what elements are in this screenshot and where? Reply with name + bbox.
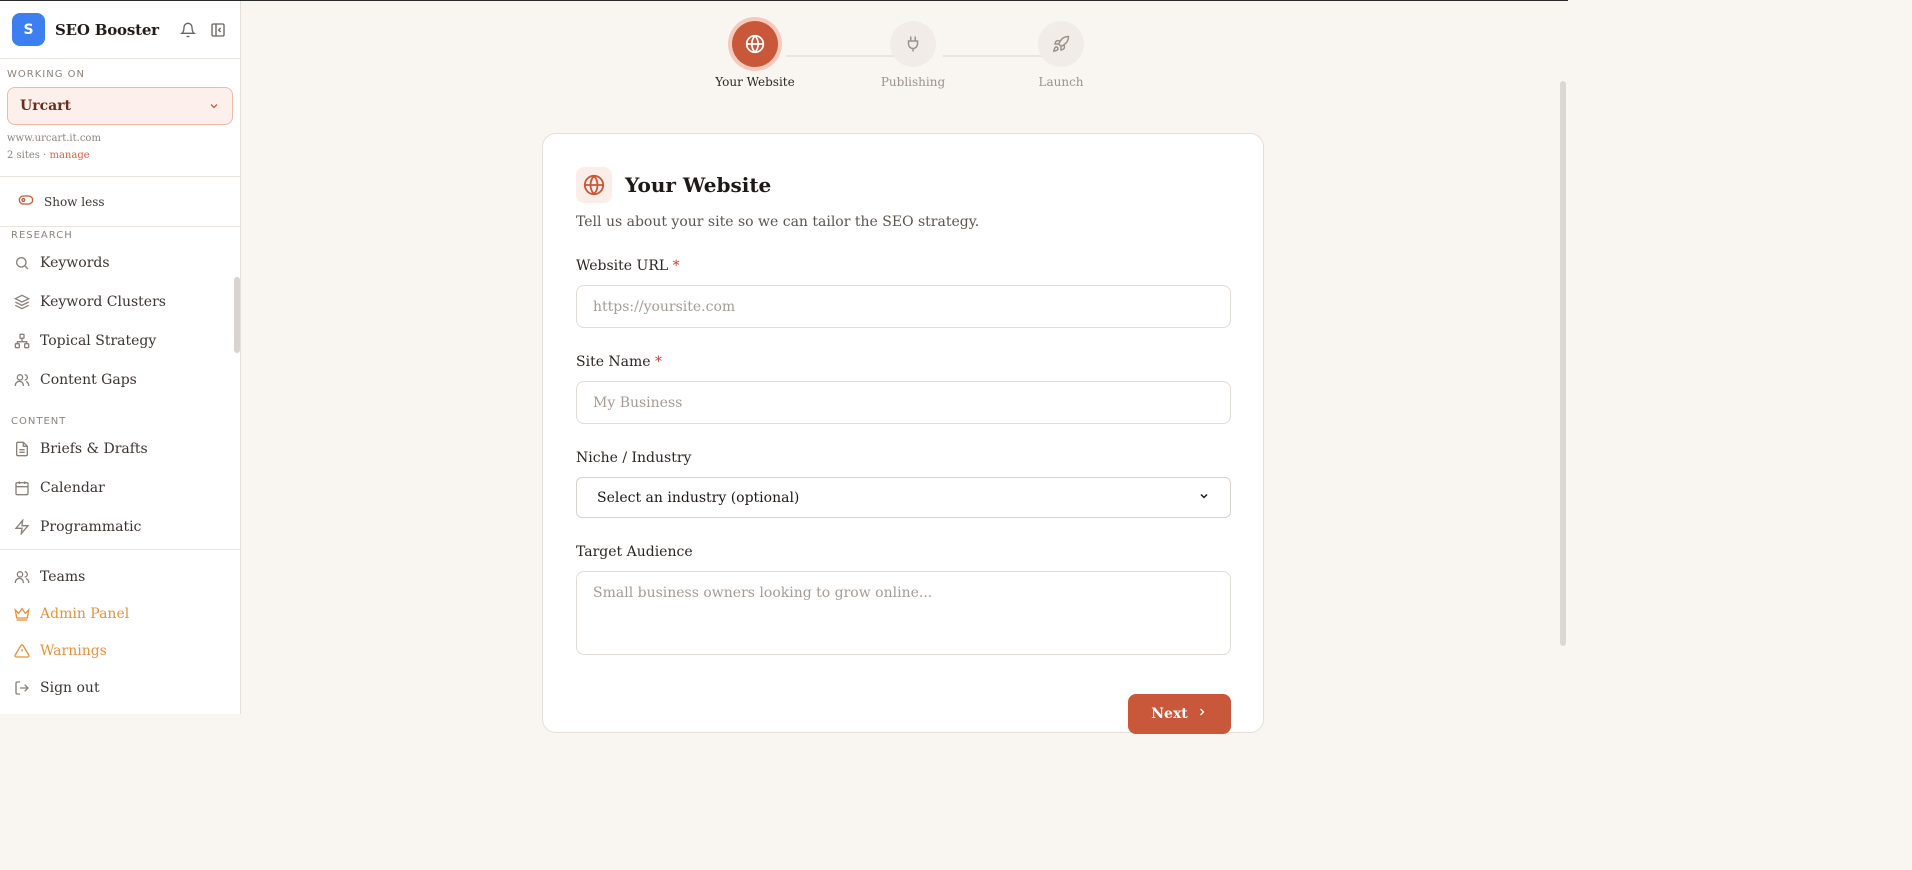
nav-item-label: Keyword Clusters xyxy=(40,293,166,310)
working-on-section: WORKING ON Urcart www.urcart.it.com 2 si… xyxy=(0,59,240,177)
layers-icon xyxy=(14,293,32,311)
industry-select[interactable]: Select an industry (optional) xyxy=(576,477,1231,518)
nav-item-label: Topical Strategy xyxy=(40,332,157,349)
nav-group-research: RESEARCH xyxy=(11,229,73,241)
form-title: Your Website xyxy=(625,173,772,197)
nav-item-sign-out[interactable]: Sign out xyxy=(0,669,240,706)
globe-icon xyxy=(576,167,612,203)
users-icon xyxy=(14,568,32,586)
nav-item-label: Programmatic xyxy=(40,518,142,535)
target-audience-label: Target Audience xyxy=(576,544,693,560)
step-label: Launch xyxy=(1038,75,1084,89)
site-count-text: 2 sites · xyxy=(7,150,50,161)
collapse-sidebar-icon[interactable] xyxy=(208,20,228,40)
search-icon xyxy=(14,254,32,272)
lightning-icon xyxy=(14,518,32,536)
nav-item-programmatic[interactable]: Programmatic xyxy=(0,507,234,546)
nav-item-keywords[interactable]: Keywords xyxy=(0,243,234,282)
form-subtitle: Tell us about your site so we can tailor… xyxy=(576,214,980,230)
sidebar-footer-nav: Teams Admin Panel Warnings Sign out xyxy=(0,549,240,706)
site-name-input[interactable]: My Business xyxy=(576,381,1231,424)
bell-icon[interactable] xyxy=(178,20,198,40)
chevron-down-icon xyxy=(1198,490,1210,506)
website-url-label: Website URL * xyxy=(576,258,680,274)
nav-list: RESEARCH Keywords Keyword Clusters Topic… xyxy=(0,227,234,549)
sidebar: S SEO Booster WORKING ON Urcart www.urca… xyxy=(0,1,241,714)
nav-item-label: Teams xyxy=(40,568,86,585)
manage-sites-link[interactable]: manage xyxy=(49,150,89,161)
site-name: Urcart xyxy=(20,98,72,114)
step-launch[interactable]: Launch xyxy=(1016,21,1106,89)
sign-out-icon xyxy=(14,679,32,697)
chevron-down-icon xyxy=(208,97,220,116)
network-icon xyxy=(14,332,32,350)
nav-item-teams[interactable]: Teams xyxy=(0,558,240,595)
app-logo: S xyxy=(12,13,45,46)
plug-icon xyxy=(890,21,936,67)
nav-item-label: Keywords xyxy=(40,254,110,271)
step-publishing[interactable]: Publishing xyxy=(868,21,958,89)
nav-item-keyword-clusters[interactable]: Keyword Clusters xyxy=(0,282,234,321)
nav-item-label: Admin Panel xyxy=(40,605,130,622)
target-audience-textarea[interactable]: Small business owners looking to grow on… xyxy=(576,571,1231,655)
users-icon xyxy=(14,371,32,389)
website-url-input[interactable]: https://yoursite.com xyxy=(576,285,1231,328)
nav-item-label: Content Gaps xyxy=(40,371,137,388)
website-form-card: Your Website Tell us about your site so … xyxy=(542,133,1264,734)
nav-item-label: Briefs & Drafts xyxy=(40,440,148,457)
document-icon xyxy=(14,440,32,458)
toggle-icon xyxy=(18,192,34,211)
show-less-toggle[interactable]: Show less xyxy=(0,177,240,227)
step-label: Your Website xyxy=(715,75,795,89)
nav-item-topical-strategy[interactable]: Topical Strategy xyxy=(0,321,234,360)
warning-icon xyxy=(14,642,32,660)
app-name: SEO Booster xyxy=(55,20,159,39)
globe-icon xyxy=(732,21,778,67)
chevron-right-icon xyxy=(1196,706,1208,722)
nav-group-content: CONTENT xyxy=(11,415,67,427)
site-count: 2 sites · manage xyxy=(7,150,233,161)
site-name-label: Site Name * xyxy=(576,354,663,370)
industry-select-value: Select an industry (optional) xyxy=(597,489,800,506)
main-content: Your Website Publishing Launch Your Webs… xyxy=(241,1,1568,734)
nav-item-briefs-drafts[interactable]: Briefs & Drafts xyxy=(0,429,234,468)
step-label: Publishing xyxy=(880,75,946,89)
nav-item-content-gaps[interactable]: Content Gaps xyxy=(0,360,234,399)
nav-item-label: Calendar xyxy=(40,479,105,496)
brand-header: S SEO Booster xyxy=(0,1,240,59)
step-your-website[interactable]: Your Website xyxy=(710,21,800,89)
nav-item-admin-panel[interactable]: Admin Panel xyxy=(0,595,240,632)
crown-icon xyxy=(14,605,32,623)
next-button[interactable]: Next xyxy=(1128,694,1231,734)
main-scrollbar[interactable] xyxy=(1560,81,1566,646)
nav-item-warnings[interactable]: Warnings xyxy=(0,632,240,669)
nav-item-calendar[interactable]: Calendar xyxy=(0,468,234,507)
working-on-label: WORKING ON xyxy=(7,69,85,80)
stepper: Your Website Publishing Launch xyxy=(711,21,1111,96)
sidebar-scrollbar[interactable] xyxy=(234,277,240,353)
rocket-icon xyxy=(1038,21,1084,67)
nav-item-label: Warnings xyxy=(40,642,107,659)
calendar-icon xyxy=(14,479,32,497)
show-less-label: Show less xyxy=(44,194,105,209)
niche-label: Niche / Industry xyxy=(576,450,692,466)
site-url: www.urcart.it.com xyxy=(7,133,101,144)
nav-item-label: Sign out xyxy=(40,679,100,696)
site-selector[interactable]: Urcart xyxy=(7,87,233,125)
next-button-label: Next xyxy=(1151,706,1188,722)
